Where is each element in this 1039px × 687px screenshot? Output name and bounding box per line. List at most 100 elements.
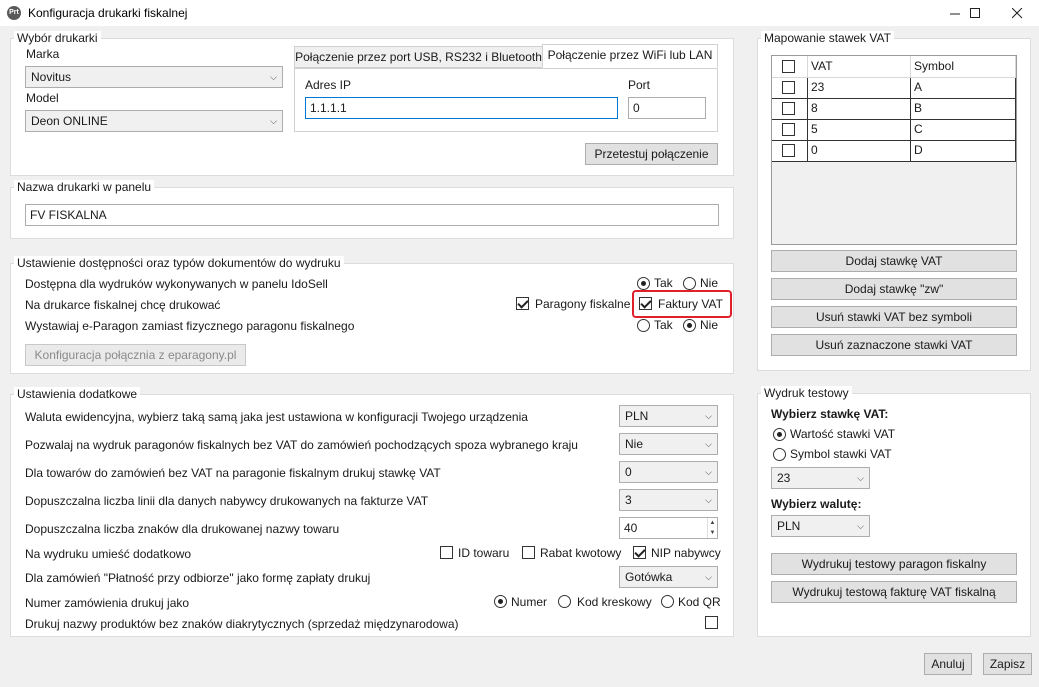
- currency-select[interactable]: PLN ⌵: [619, 405, 718, 427]
- port-input[interactable]: 0: [628, 97, 706, 119]
- remove-selected-button[interactable]: Usuń zaznaczone stawki VAT: [771, 334, 1017, 356]
- ip-input[interactable]: 1.1.1.1: [305, 97, 618, 119]
- fiscal-receipts-checkbox[interactable]: [516, 297, 529, 310]
- tab-usb-rs232-bluetooth[interactable]: Połączenie przez port USB, RS232 i Bluet…: [294, 46, 543, 68]
- cancel-button[interactable]: Anuluj: [924, 653, 972, 675]
- no-vat-select[interactable]: Nie ⌵: [619, 433, 718, 455]
- lines-select[interactable]: 3 ⌵: [619, 489, 718, 511]
- vat-rate-select[interactable]: 0 ⌵: [619, 461, 718, 483]
- tab-label: Połączenie przez port USB, RS232 i Bluet…: [295, 50, 542, 64]
- save-button[interactable]: Zapisz: [983, 653, 1032, 675]
- brand-label: Marka: [26, 47, 60, 61]
- test-vat-select-value: 23: [777, 471, 791, 485]
- printer-name-title: Nazwa drukarki w panelu: [14, 180, 155, 194]
- cod-label: Dla zamówień "Płatność przy odbiorze" ja…: [25, 571, 371, 585]
- cod-select[interactable]: Gotówka ⌵: [619, 566, 718, 588]
- order-number-qr-radio[interactable]: [661, 595, 674, 608]
- table-row: [772, 99, 808, 120]
- fiscal-receipts-label: Paragony fiskalne: [535, 297, 631, 311]
- symbol-cell[interactable]: A: [911, 78, 1016, 99]
- chevron-down-icon: ⌵: [857, 521, 864, 531]
- model-select[interactable]: Deon ONLINE ⌵: [25, 110, 283, 132]
- choose-vat-label: Wybierz stawkę VAT:: [771, 407, 889, 421]
- row-checkbox[interactable]: [782, 102, 795, 115]
- available-yes-label: Tak: [654, 276, 673, 290]
- vat-cell[interactable]: 23: [808, 78, 911, 99]
- eparagon-config-button[interactable]: Konfiguracja połącznia z eparagony.pl: [25, 344, 246, 366]
- grid-header-symbol[interactable]: Symbol: [911, 56, 1016, 78]
- model-label: Model: [26, 91, 59, 105]
- maximize-button[interactable]: [955, 0, 995, 26]
- chevron-down-icon: ⌵: [705, 572, 712, 582]
- eparagon-label: Wystawiaj e-Paragon zamiast fizycznego p…: [25, 319, 355, 333]
- product-id-label: ID towaru: [458, 546, 510, 560]
- eparagon-yes-label: Tak: [654, 318, 673, 332]
- available-yes-radio[interactable]: [637, 277, 650, 290]
- table-row: [772, 120, 808, 141]
- remove-no-symbol-button[interactable]: Usuń stawki VAT bez symboli: [771, 306, 1017, 328]
- eparagon-yes-radio[interactable]: [637, 319, 650, 332]
- order-number-number-radio[interactable]: [494, 595, 507, 608]
- row-checkbox[interactable]: [782, 81, 795, 94]
- extra-label: Na wydruku umieść dodatkowo: [25, 547, 192, 561]
- row-checkbox[interactable]: [782, 144, 795, 157]
- lines-label: Dopuszczalna liczba linii dla danych nab…: [25, 494, 429, 508]
- vat-cell[interactable]: 5: [808, 120, 911, 141]
- vat-cell[interactable]: 8: [808, 99, 911, 120]
- printer-selection-title: Wybór drukarki: [14, 31, 101, 45]
- chars-spinner[interactable]: 40 ▲ ▼: [619, 517, 718, 539]
- chevron-down-icon: ⌵: [857, 473, 864, 483]
- vat-symbol-radio[interactable]: [773, 448, 786, 461]
- choose-currency-label: Wybierz walutę:: [771, 497, 862, 511]
- order-number-label: Numer zamówienia drukuj jako: [25, 596, 190, 610]
- product-id-checkbox[interactable]: [440, 546, 453, 559]
- tab-label: Połączenie przez WiFi lub LAN: [547, 48, 713, 62]
- discount-checkbox[interactable]: [522, 546, 535, 559]
- spinner-arrows-icon[interactable]: ▲ ▼: [707, 518, 717, 538]
- cod-select-value: Gotówka: [625, 570, 673, 584]
- discount-label: Rabat kwotowy: [540, 546, 622, 560]
- test-connection-button[interactable]: Przetestuj połączenie: [585, 143, 718, 165]
- print-test-invoice-button[interactable]: Wydrukuj testową fakturę VAT fiskalną: [771, 581, 1017, 603]
- vat-invoices-checkbox[interactable]: [639, 297, 652, 310]
- symbol-cell[interactable]: B: [911, 99, 1016, 120]
- eparagon-no-radio[interactable]: [683, 319, 696, 332]
- window-title: Konfiguracja drukarki fiskalnej: [28, 6, 188, 20]
- model-select-value: Deon ONLINE: [31, 114, 108, 128]
- print-types-label: Na drukarce fiskalnej chcę drukować: [25, 298, 221, 312]
- vat-cell[interactable]: 0: [808, 141, 911, 162]
- table-row: [772, 78, 808, 99]
- diacritics-label: Drukuj nazwy produktów bez znaków diakry…: [25, 617, 459, 631]
- print-test-receipt-button[interactable]: Wydrukuj testowy paragon fiskalny: [771, 553, 1017, 575]
- available-no-radio[interactable]: [683, 277, 696, 290]
- lines-select-value: 3: [625, 493, 632, 507]
- order-number-barcode-label: Kod kreskowy: [577, 595, 652, 609]
- vat-grid: VAT Symbol 23 A 8 B 5 C 0 D: [771, 55, 1017, 245]
- brand-select[interactable]: Novitus ⌵: [25, 66, 283, 88]
- close-icon: [1011, 7, 1022, 19]
- vat-rate-select-value: 0: [625, 465, 632, 479]
- vat-value-radio[interactable]: [773, 428, 786, 441]
- symbol-cell[interactable]: D: [911, 141, 1016, 162]
- test-currency-select[interactable]: PLN ⌵: [771, 515, 870, 537]
- brand-select-value: Novitus: [31, 70, 72, 84]
- order-number-barcode-radio[interactable]: [558, 595, 571, 608]
- test-vat-select[interactable]: 23 ⌵: [771, 467, 870, 489]
- symbol-cell[interactable]: C: [911, 120, 1016, 141]
- buyer-nip-label: NIP nabywcy: [651, 546, 721, 560]
- grid-header-vat[interactable]: VAT: [808, 56, 911, 78]
- select-all-checkbox[interactable]: [782, 60, 795, 73]
- tab-wifi-lan[interactable]: Połączenie przez WiFi lub LAN: [542, 44, 718, 68]
- row-checkbox[interactable]: [782, 123, 795, 136]
- currency-label: Waluta ewidencyjna, wybierz taką samą ja…: [25, 410, 528, 424]
- chevron-down-icon: ⌵: [705, 467, 712, 477]
- port-label: Port: [628, 78, 651, 92]
- close-button[interactable]: [997, 0, 1037, 26]
- add-vat-button[interactable]: Dodaj stawkę VAT: [771, 250, 1017, 272]
- printer-name-input[interactable]: FV FISKALNA: [25, 204, 719, 226]
- buyer-nip-checkbox[interactable]: [633, 546, 646, 559]
- test-print-title: Wydruk testowy: [761, 386, 852, 400]
- diacritics-checkbox[interactable]: [705, 616, 718, 629]
- chevron-down-icon: ⌵: [270, 116, 277, 126]
- add-zw-button[interactable]: Dodaj stawkę "zw": [771, 278, 1017, 300]
